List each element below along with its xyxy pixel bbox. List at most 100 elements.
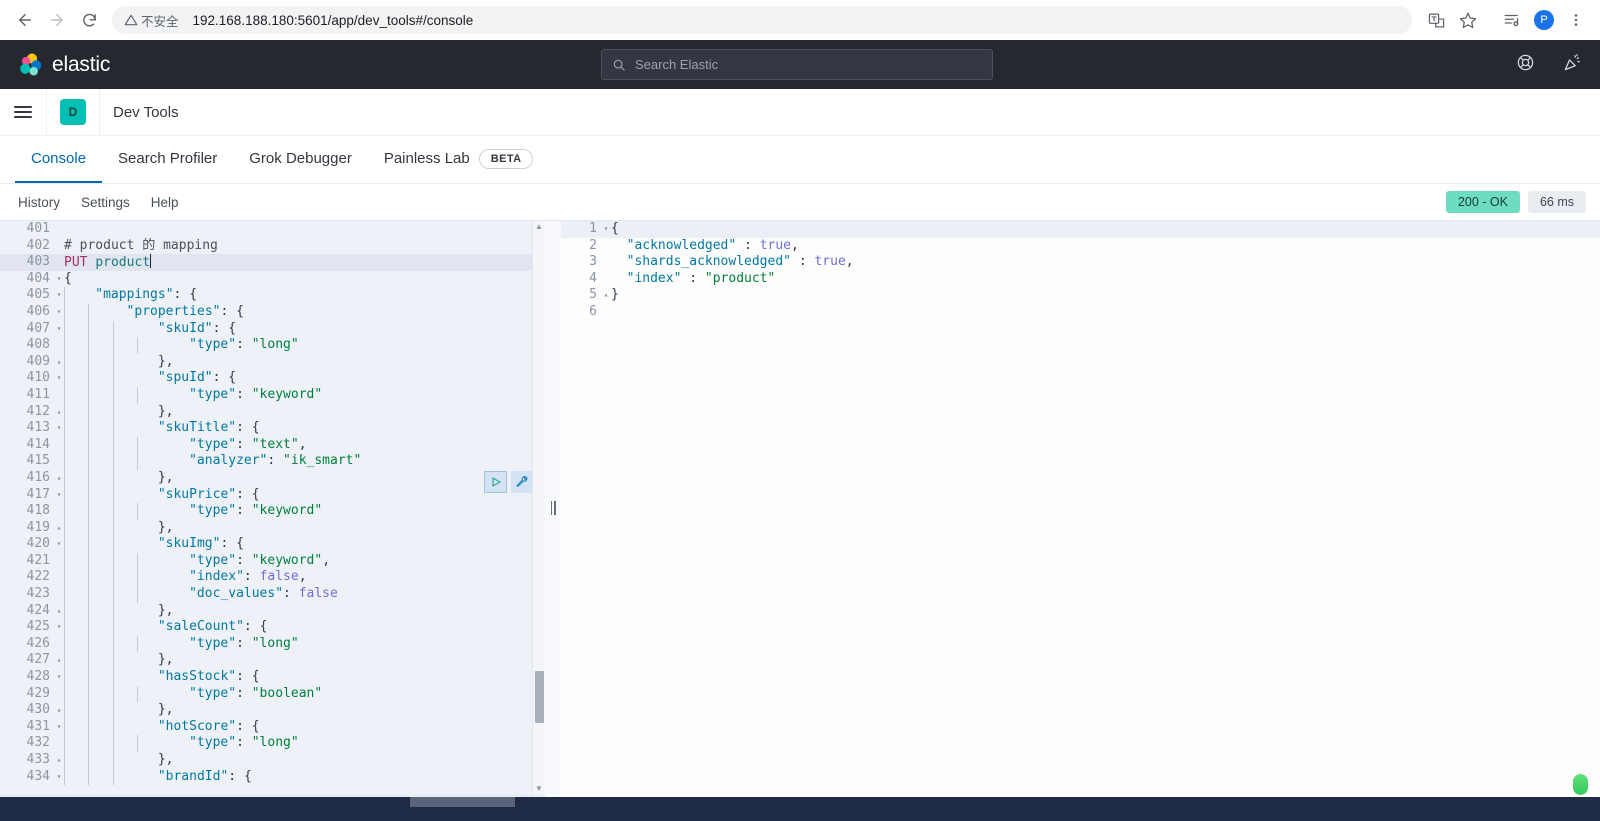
line-text: "doc_values": false [54, 586, 338, 603]
code-line[interactable]: 429 "type": "boolean" [0, 685, 545, 703]
code-line[interactable]: 427 ▴}, [0, 652, 545, 670]
code-line[interactable]: 423 "doc_values": false [0, 586, 545, 603]
code-line[interactable]: 3 "shards_acknowledged" : true, [561, 254, 1600, 271]
scroll-track[interactable] [533, 233, 545, 783]
line-number: 419 ▴ [0, 520, 62, 537]
code-line[interactable]: 411 "type": "keyword" [0, 386, 545, 404]
search-input[interactable]: Search Elastic [635, 57, 718, 72]
global-search[interactable]: Search Elastic [601, 49, 993, 80]
browser-actions: P [1422, 6, 1590, 34]
bookmark-button[interactable] [1454, 6, 1482, 34]
help-button[interactable] [1516, 53, 1535, 77]
line-number: 1 ▾ [561, 221, 608, 238]
help-button[interactable]: Help [151, 195, 179, 210]
code-line[interactable]: 421 "type": "keyword", [0, 552, 545, 570]
code-line[interactable]: 419 ▴}, [0, 519, 545, 537]
code-line[interactable]: 425 ▾ "saleCount": { [0, 619, 545, 636]
settings-button[interactable]: Settings [81, 195, 130, 210]
line-text: PUT product [64, 253, 152, 270]
notification-pill[interactable] [1573, 774, 1588, 795]
request-options-button[interactable] [511, 471, 532, 493]
line-number: 401 [26, 221, 50, 236]
request-vertical-scrollbar[interactable]: ▲ ▼ [532, 221, 545, 795]
code-line[interactable]: 417 ▾ "skuPrice": { [0, 486, 545, 504]
tab-grok-debugger[interactable]: Grok Debugger [233, 136, 368, 183]
brand-text: elastic [52, 52, 111, 76]
translate-button[interactable] [1422, 6, 1450, 34]
code-line[interactable]: 2 "acknowledged" : true, [561, 238, 1600, 255]
request-editor[interactable]: 401 402 # product 的 mapping 403 PUT product 4… [0, 221, 545, 795]
code-line[interactable]: 405 ▾ "mappings": { [0, 287, 545, 304]
os-taskbar [0, 797, 1600, 821]
code-line[interactable]: 5 ▴} [561, 287, 1600, 304]
response-editor[interactable]: 1 ▾{2 "acknowledged" : true, 3 "shards_ackno… [561, 221, 1600, 795]
code-line[interactable]: 6 [561, 304, 1600, 321]
code-line[interactable]: 420 ▾ "skuImg": { [0, 536, 545, 553]
code-line[interactable]: 402 # product 的 mapping [0, 238, 545, 255]
code-line[interactable]: 424 ▴}, [0, 602, 545, 620]
code-line[interactable]: 434 ▾ "brandId": { [0, 768, 545, 786]
line-number: 410 ▾ [0, 370, 62, 387]
profile-button[interactable]: P [1530, 6, 1558, 34]
line-number: 429 [26, 685, 50, 701]
tab-console[interactable]: Console [15, 136, 103, 183]
code-line[interactable]: 433 ▴}, [0, 752, 545, 769]
scroll-thumb[interactable] [535, 671, 544, 723]
scroll-down-icon[interactable]: ▼ [535, 783, 543, 795]
code-line[interactable]: 1 ▾{ [561, 221, 1600, 238]
send-request-button[interactable] [484, 471, 507, 493]
code-line[interactable]: 415 "analyzer": "ik_smart" [0, 453, 545, 470]
address-bar[interactable]: 不安全 192.168.188.180:5601/app/dev_tools#/… [112, 6, 1412, 34]
line-text: { [611, 221, 619, 236]
code-line[interactable]: 422 "index": false, [0, 569, 545, 587]
line-text: "index": false, [54, 569, 307, 587]
code-line[interactable]: 404 ▾{ [0, 271, 545, 288]
line-number: 418 [26, 503, 50, 519]
code-line[interactable]: 406 ▾ "properties": { [0, 303, 545, 321]
code-line[interactable]: 426 "type": "long" [0, 635, 545, 653]
tab-painless-lab[interactable]: Painless Lab BETA [368, 136, 550, 183]
scroll-up-icon[interactable]: ▲ [535, 221, 543, 233]
line-number: 2 [589, 237, 597, 253]
code-line[interactable]: 412 ▴}, [0, 403, 545, 421]
line-text: }, [54, 652, 173, 670]
code-line[interactable]: 430 ▴}, [0, 702, 545, 719]
news-button[interactable] [1563, 53, 1582, 77]
code-line[interactable]: 408 "type": "long" [0, 337, 545, 354]
code-line[interactable]: 409 ▴}, [0, 353, 545, 371]
line-text: } [611, 287, 619, 303]
code-line[interactable]: 416 ▴}, [0, 469, 545, 487]
tab-search-profiler[interactable]: Search Profiler [102, 136, 233, 183]
line-number: 405 ▾ [0, 287, 62, 304]
hamburger-menu-icon [14, 106, 32, 118]
code-line[interactable]: 431 ▾ "hotScore": { [0, 718, 545, 736]
reading-list-button[interactable] [1498, 6, 1526, 34]
code-line[interactable]: 401 [0, 221, 545, 238]
code-line[interactable]: 403 PUT product [0, 253, 545, 271]
code-line[interactable]: 407 ▾ "skuId": { [0, 320, 545, 338]
line-number: 417 ▾ [0, 487, 62, 504]
pane-resize-handle[interactable] [545, 221, 561, 795]
taskbar-scroll-thumb[interactable] [410, 797, 515, 807]
browser-menu-button[interactable] [1562, 6, 1590, 34]
line-text: }, [54, 602, 173, 620]
elastic-logo-link[interactable]: elastic [0, 51, 110, 78]
history-button[interactable]: History [18, 195, 60, 210]
security-label: 不安全 [141, 14, 179, 29]
back-button[interactable] [10, 5, 40, 35]
line-text: }, [54, 353, 173, 371]
code-line[interactable]: 410 ▾ "spuId": { [0, 370, 545, 387]
nav-menu-button[interactable] [0, 89, 46, 136]
code-line[interactable]: 418 "type": "keyword" [0, 503, 545, 520]
request-code[interactable]: 401 402 # product 的 mapping 403 PUT product 4… [0, 221, 545, 786]
code-line[interactable]: 413 ▾ "skuTitle": { [0, 420, 545, 437]
security-warning[interactable]: 不安全 [124, 11, 187, 30]
line-number: 416 ▴ [0, 470, 62, 487]
code-line[interactable]: 428 ▾ "hasStock": { [0, 669, 545, 686]
code-line[interactable]: 4 "index" : "product" [561, 271, 1600, 288]
code-line[interactable]: 432 "type": "long" [0, 735, 545, 752]
forward-button[interactable] [42, 5, 72, 35]
reload-button[interactable] [74, 5, 104, 35]
app-badge: D [60, 99, 86, 125]
code-line[interactable]: 414 "type": "text", [0, 436, 545, 454]
